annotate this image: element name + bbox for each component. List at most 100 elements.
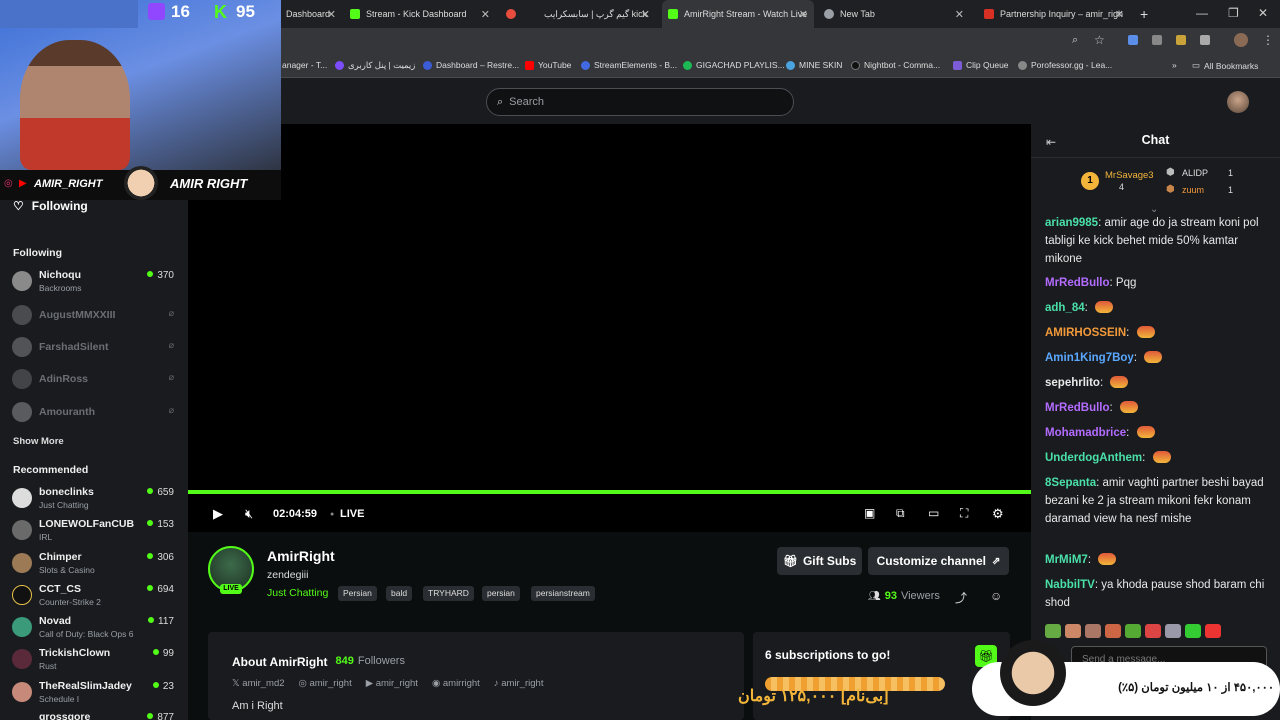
browser-tab[interactable]: گیم گرپ | سابسکرایب kick ✕: [538, 0, 656, 28]
chat-username[interactable]: MrRedBullo: [1045, 402, 1110, 414]
browser-tab[interactable]: Stream - Kick Dashboard ✕: [344, 0, 496, 28]
sidebar-item-grossgore[interactable]: grossgore 877: [12, 709, 178, 720]
close-window-icon[interactable]: ✕: [1258, 6, 1268, 20]
user-menu-icon[interactable]: ☺: [990, 589, 1002, 603]
tag[interactable]: persianstream: [531, 586, 595, 601]
close-icon[interactable]: ✕: [641, 8, 650, 21]
bookmark-item[interactable]: Dashboard – Restre...: [423, 60, 519, 70]
browser-tab-active[interactable]: AmirRight Stream - Watch Live ✕: [662, 0, 814, 28]
chat-username[interactable]: 8Sepanta: [1045, 477, 1096, 489]
bookmark-item[interactable]: Porofessor.gg - Lea...: [1018, 60, 1112, 70]
emote-icon[interactable]: [1065, 624, 1081, 638]
close-icon[interactable]: ✕: [481, 8, 490, 21]
chat-username[interactable]: MrRedBullo: [1045, 277, 1110, 289]
chat-username[interactable]: adh_84: [1045, 302, 1085, 314]
bookmark-item[interactable]: Nightbot - Comma...: [851, 60, 940, 70]
browser-tab[interactable]: Dashboard ✕: [280, 0, 342, 28]
browser-tab[interactable]: New Tab ✕: [818, 0, 970, 28]
sidebar-item-augustmmxxiii[interactable]: AugustMMXXIII ⌀: [12, 301, 178, 329]
emote-icon[interactable]: [1045, 624, 1061, 638]
chat-username[interactable]: Amin1King7Boy: [1045, 352, 1134, 364]
profile-avatar[interactable]: [1234, 33, 1248, 47]
chat-username[interactable]: AMIRHOSSEIN: [1045, 327, 1126, 339]
social-tiktok[interactable]: ♪ amir_right: [494, 678, 544, 689]
user-avatar[interactable]: [1227, 91, 1249, 113]
close-icon[interactable]: ✕: [955, 8, 964, 21]
sidebar-item-chimper[interactable]: Chimper Slots & Casino 306: [12, 549, 178, 577]
sidebar-item-amouranth[interactable]: Amouranth ⌀: [12, 398, 178, 426]
extension-icon[interactable]: [1176, 35, 1186, 45]
minimize-icon[interactable]: —: [1196, 6, 1208, 20]
tag[interactable]: Persian: [338, 586, 377, 601]
social-x[interactable]: 𝕏 amir_md2: [232, 678, 285, 689]
leaderboard-name[interactable]: MrSavage3: [1105, 170, 1154, 181]
gift-subs-button[interactable]: 🎁︎ Gift Subs: [777, 547, 862, 575]
settings-icon[interactable]: ⚙: [992, 506, 1004, 522]
emote-icon[interactable]: [1105, 624, 1121, 638]
sidebar-item-lonewolfancub[interactable]: LONEWOLFanCUB IRL 153: [12, 516, 178, 544]
emote-icon[interactable]: [1125, 624, 1141, 638]
sidebar-item-therealslimjadey[interactable]: TheRealSlimJadey Schedule I 23: [12, 678, 178, 706]
maximize-icon[interactable]: ❐: [1228, 6, 1239, 20]
bookmarks-overflow-icon[interactable]: »: [1172, 60, 1177, 70]
new-tab-button[interactable]: +: [1134, 0, 1154, 28]
browser-tab[interactable]: [500, 0, 526, 28]
fullscreen-icon[interactable]: ⛶: [960, 506, 968, 521]
tag[interactable]: TRYHARD: [423, 586, 474, 601]
following-nav[interactable]: ♡ Following: [13, 199, 88, 213]
star-icon[interactable]: ☆: [1094, 33, 1105, 47]
more-icon[interactable]: ⋮: [1262, 33, 1274, 47]
stream-category[interactable]: Just Chatting: [267, 587, 328, 599]
tag[interactable]: persian: [482, 586, 520, 601]
emote-icon[interactable]: [1145, 624, 1161, 638]
tag[interactable]: bald: [386, 586, 413, 601]
channel-name[interactable]: AmirRight: [267, 548, 335, 564]
sidebar-item-adinross[interactable]: AdinRoss ⌀: [12, 365, 178, 393]
bookmark-item[interactable]: MINE SKIN: [786, 60, 842, 70]
social-youtube[interactable]: ▶ amir_right: [366, 678, 418, 689]
chat-username[interactable]: arian9985: [1045, 217, 1098, 229]
sidebar-item-novad[interactable]: Novad Call of Duty: Black Ops 6 117: [12, 613, 178, 641]
bookmark-item[interactable]: Clip Queue: [953, 60, 1009, 70]
chat-username[interactable]: UnderdogAnthem: [1045, 452, 1142, 464]
chat-username[interactable]: sepehrlito: [1045, 377, 1100, 389]
chat-username[interactable]: Mohamadbrice: [1045, 427, 1126, 439]
chat-username[interactable]: MrMiM7: [1045, 554, 1088, 566]
emote-icon[interactable]: [1205, 624, 1221, 638]
emote-icon[interactable]: [1185, 624, 1201, 638]
leaderboard-name[interactable]: zuum: [1182, 185, 1204, 195]
sidebar-item-nichoqu[interactable]: Nichoqu Backrooms 370: [12, 267, 178, 295]
all-bookmarks[interactable]: ▭ All Bookmarks: [1192, 60, 1258, 71]
search-input[interactable]: ⌕ Search: [486, 88, 794, 116]
bookmark-item[interactable]: GIGACHAD PLAYLIS...: [683, 60, 785, 70]
bookmark-item[interactable]: StreamElements - B...: [581, 60, 677, 70]
social-instagram[interactable]: ◎ amir_right: [299, 678, 352, 689]
bookmark-item[interactable]: YouTube: [525, 60, 571, 70]
emote-icon[interactable]: [1165, 624, 1181, 638]
zoom-icon[interactable]: ⌕: [1072, 34, 1078, 47]
leaderboard-name[interactable]: ALIDP: [1182, 168, 1208, 178]
extension-icon[interactable]: [1152, 35, 1162, 45]
sidebar-item-trickishclown[interactable]: TrickishClown Rust 99: [12, 645, 178, 673]
close-icon[interactable]: ✕: [799, 8, 808, 21]
play-icon[interactable]: ▶: [213, 506, 223, 522]
puzzle-icon[interactable]: [1200, 35, 1210, 45]
mute-icon[interactable]: 🔇︎: [245, 506, 253, 522]
live-label[interactable]: LIVE: [340, 508, 364, 520]
sidebar-item-farshadsilent[interactable]: FarshadSilent ⌀: [12, 333, 178, 361]
show-more-link[interactable]: Show More: [13, 436, 64, 447]
video-player[interactable]: [188, 124, 1031, 490]
chat-username[interactable]: NabbilTV: [1045, 579, 1095, 591]
sidebar-item-boneclinks[interactable]: boneclinks Just Chatting 659: [12, 484, 178, 512]
bookmark-item[interactable]: زیمیت | پنل کاربری: [335, 60, 415, 71]
browser-tab[interactable]: Partnership Inquiry – amir_righ ✕: [978, 0, 1130, 28]
social-discord[interactable]: ◉ amirright: [432, 678, 480, 689]
share-icon[interactable]: ⤴: [955, 589, 967, 606]
emote-icon[interactable]: [1085, 624, 1101, 638]
close-icon[interactable]: ✕: [1115, 8, 1124, 21]
bookmark-item[interactable]: anager - T...: [282, 60, 327, 70]
theater-icon[interactable]: ▭: [928, 506, 939, 520]
customize-channel-button[interactable]: Customize channel ⇗: [868, 547, 1009, 575]
sidebar-item-cct-cs[interactable]: CCT_CS Counter-Strike 2 694: [12, 581, 178, 609]
miniplayer-icon[interactable]: ▣: [864, 506, 875, 520]
